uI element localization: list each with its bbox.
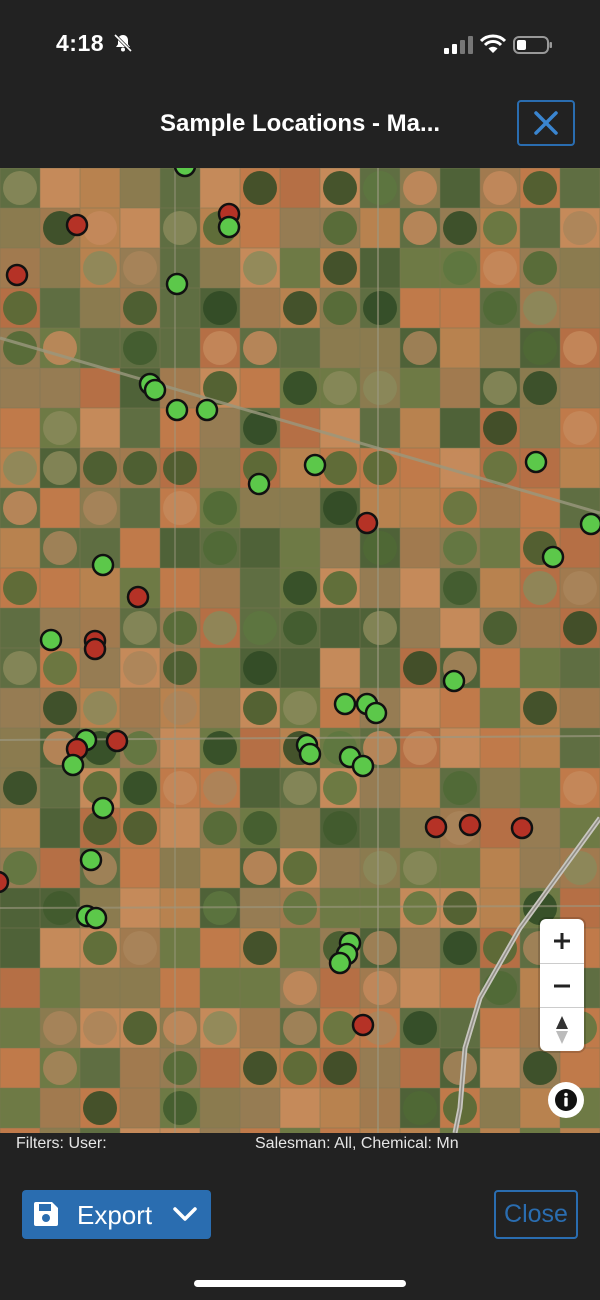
sample-marker-green[interactable]: [351, 754, 375, 778]
info-icon: [555, 1089, 577, 1111]
sample-marker-green[interactable]: [165, 272, 189, 296]
sample-marker-red[interactable]: [355, 511, 379, 535]
sample-marker-green[interactable]: [541, 545, 565, 569]
sample-marker-green[interactable]: [333, 692, 357, 716]
sample-marker-red[interactable]: [458, 813, 482, 837]
home-indicator: [194, 1280, 406, 1287]
map-zoom-controls: [540, 919, 584, 1051]
close-x-button[interactable]: [517, 100, 575, 146]
sample-marker-red[interactable]: [83, 637, 107, 661]
sample-marker-green[interactable]: [442, 669, 466, 693]
plus-icon: [554, 933, 570, 949]
sample-marker-green[interactable]: [303, 453, 327, 477]
sample-marker-red[interactable]: [510, 816, 534, 840]
sample-marker-green[interactable]: [328, 951, 352, 975]
sample-marker-green[interactable]: [364, 701, 388, 725]
export-button[interactable]: Export: [22, 1190, 211, 1239]
sample-marker-green[interactable]: [165, 398, 189, 422]
bell-slash-icon: [113, 33, 133, 53]
close-button[interactable]: Close: [494, 1190, 578, 1239]
battery-icon: [513, 36, 552, 54]
sample-marker-green[interactable]: [79, 848, 103, 872]
zoom-out-button[interactable]: [540, 964, 584, 1008]
sample-marker-green[interactable]: [247, 472, 271, 496]
filters-user-label: Filters: User:: [16, 1135, 107, 1152]
sample-marker-green[interactable]: [143, 378, 167, 402]
map-canvas[interactable]: [0, 168, 600, 1133]
sample-marker-green[interactable]: [195, 398, 219, 422]
sample-marker-red[interactable]: [105, 729, 129, 753]
sample-marker-red[interactable]: [126, 585, 150, 609]
signal-icon: [444, 36, 473, 54]
sample-marker-green[interactable]: [298, 742, 322, 766]
chevron-down-icon: [173, 1207, 197, 1221]
sample-marker-green[interactable]: [61, 753, 85, 777]
minus-icon: [554, 984, 570, 988]
sample-marker-green[interactable]: [39, 628, 63, 652]
compass-button[interactable]: [540, 1008, 584, 1052]
status-time: 4:18: [56, 30, 105, 56]
sample-marker-green[interactable]: [173, 168, 197, 178]
sample-marker-red[interactable]: [0, 870, 10, 894]
compass-icon: [556, 1016, 568, 1044]
sample-marker-green[interactable]: [579, 512, 600, 536]
filters-details: Salesman: All, Chemical: Mn: [255, 1135, 459, 1152]
sample-marker-green[interactable]: [217, 215, 241, 239]
satellite-map[interactable]: 214 mapbox: [0, 168, 600, 1133]
sample-marker-green[interactable]: [524, 450, 548, 474]
modal-header: Sample Locations - Ma...: [0, 90, 600, 158]
zoom-in-button[interactable]: [540, 919, 584, 963]
sample-marker-red[interactable]: [5, 263, 29, 287]
sample-marker-red[interactable]: [65, 213, 89, 237]
wifi-icon: [480, 34, 506, 53]
save-icon: [34, 1202, 58, 1226]
page-title: Sample Locations - Ma...: [159, 110, 441, 137]
sample-marker-green[interactable]: [84, 906, 108, 930]
status-bar: 4:18: [0, 0, 600, 90]
map-info-button[interactable]: [548, 1082, 584, 1118]
export-label: Export: [77, 1200, 153, 1230]
sample-marker-red[interactable]: [424, 815, 448, 839]
sample-marker-green[interactable]: [91, 553, 115, 577]
filters-bar: Filters: User: Salesman: All, Chemical: …: [0, 1133, 600, 1173]
close-icon: [534, 111, 558, 135]
sample-marker-green[interactable]: [91, 796, 115, 820]
sample-marker-red[interactable]: [351, 1013, 375, 1037]
